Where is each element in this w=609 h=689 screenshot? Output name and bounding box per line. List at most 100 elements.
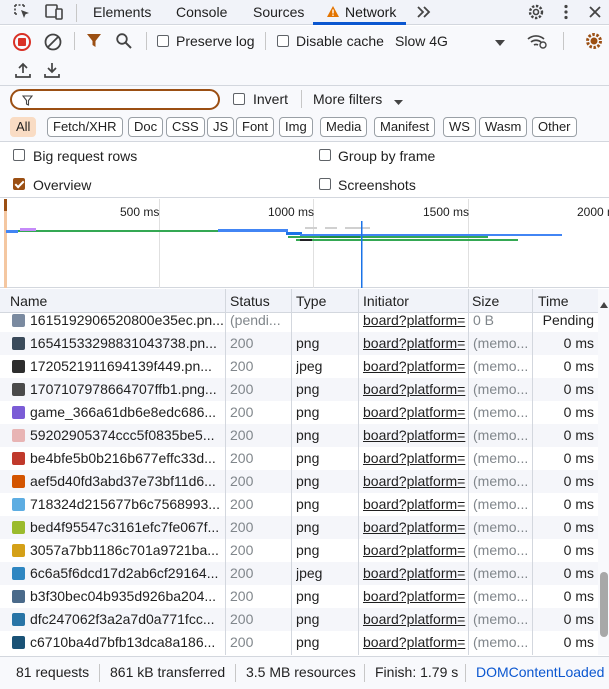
disable-cache-checkbox[interactable] [277,35,289,47]
table-row[interactable]: dfc247062f3a2a7d0a771fcc... 200 png board?p… [0,608,598,631]
network-settings-icon[interactable] [584,31,604,54]
type-filter-manifest[interactable]: Manifest [374,117,436,137]
request-initiator-link[interactable]: board?platform= [363,539,467,562]
request-initiator-link[interactable]: board?platform= [363,378,467,401]
request-size: (memo... [473,427,529,443]
request-size: (memo... [473,473,529,489]
chevron-down-icon[interactable] [494,36,506,51]
request-initiator-link[interactable]: board?platform= [363,631,467,654]
type-filter-doc[interactable]: Doc [128,117,164,137]
type-filter-css[interactable]: CSS [166,117,205,137]
request-initiator-link[interactable]: board?platform= [363,493,467,516]
table-row[interactable]: bed4f95547c3161efc7fe067f... 200 png board?… [0,516,598,539]
column-header-size[interactable]: Size [467,289,499,313]
import-har-icon[interactable] [14,61,32,82]
request-status: 200 [230,565,254,581]
request-initiator-link[interactable]: board?platform= [363,332,467,355]
column-header-initiator[interactable]: Initiator [358,289,409,313]
network-conditions-icon[interactable] [526,31,548,54]
settings-gear-icon[interactable] [526,3,546,21]
tab-sources[interactable]: Sources [253,4,304,20]
column-header-time[interactable]: Time [533,289,569,313]
image-icon [12,406,25,419]
table-row[interactable]: 1615192906520800e35ec.pn... (pendi... boar… [0,313,598,332]
type-filter-fetch-xhr[interactable]: Fetch/XHR [47,117,123,137]
column-divider[interactable] [358,289,359,655]
finish-time: Finish: 1.79 s [375,664,459,680]
table-row[interactable]: 1707107978664707ffb1.png... 200 png board?p… [0,378,598,401]
tab-elements[interactable]: Elements [93,4,151,20]
table-row[interactable]: 3057a7bb1186c701a9721ba... 200 png board?pl… [0,539,598,562]
kebab-menu-icon[interactable] [556,3,576,21]
stop-recording-icon[interactable] [12,32,32,55]
request-name: 6c6a5f6dcd17d2ab6cf29164... [30,565,219,581]
request-initiator-link[interactable]: board?platform= [363,470,467,493]
more-filters-dropdown[interactable]: More filters [313,91,382,107]
column-divider[interactable] [532,289,533,655]
column-divider[interactable] [468,289,469,655]
table-row[interactable]: aef5d40fd3abd37e73bf11d6... 200 png board?p… [0,470,598,493]
request-initiator-link[interactable]: board?platform= [363,585,467,608]
column-divider[interactable] [291,289,292,655]
request-initiator-link[interactable]: board?platform= [363,516,467,539]
table-row[interactable]: b3f30bec04b935d926ba204... 200 png board?pl… [0,585,598,608]
table-row[interactable]: 1654153329883104373​8.pn... 200 png board?p… [0,332,598,355]
table-row[interactable]: 59202905374ccc5f0835be5... 200 png board?pl… [0,424,598,447]
more-tabs-icon[interactable] [414,3,434,21]
type-filter-ws[interactable]: WS [443,117,476,137]
inspect-element-icon[interactable] [12,3,32,21]
request-list: 1615192906520800e35ec.pn... (pendi... boar… [0,313,598,655]
filter-input[interactable] [10,89,220,110]
request-initiator-link[interactable]: board?platform= [363,608,467,631]
table-row[interactable]: 6c6a5f6dcd17d2ab6cf29164... 200 jpeg board?… [0,562,598,585]
overview-checkbox[interactable] [13,178,25,190]
table-row[interactable]: game_366a61db6e8edc686... 200 png board?pla… [0,401,598,424]
chevron-down-icon[interactable] [393,95,404,110]
table-row[interactable]: be4bfe5b0b216b677effc33d... 200 png board?p… [0,447,598,470]
search-icon[interactable] [115,32,133,53]
request-type: png [296,450,320,466]
close-devtools-icon[interactable] [585,3,605,21]
scroll-up-arrow-icon[interactable] [600,296,608,311]
requests-count: 81 requests [16,664,90,680]
network-overview-timeline[interactable]: 500 ms 1000 ms 1500 ms 2000 ms [0,199,609,288]
request-status: 200 [230,473,254,489]
column-header-type[interactable]: Type [291,289,326,313]
tab-console[interactable]: Console [176,4,227,20]
tab-network[interactable]: Network [345,4,396,20]
table-row[interactable]: 718324d215677b6c7568993... 200 png board?pl… [0,493,598,516]
invert-checkbox[interactable] [233,93,245,105]
column-header-name[interactable]: Name [5,289,47,313]
type-filter-wasm[interactable]: Wasm [479,117,528,137]
type-filter-js[interactable]: JS [207,117,235,137]
request-initiator-link[interactable]: board?platform= [363,401,467,424]
type-filter-img[interactable]: Img [279,117,313,137]
table-row[interactable]: 1720521911694139f449.pn... 200 jpeg board?p… [0,355,598,378]
type-filter-all[interactable]: All [10,117,37,137]
column-divider[interactable] [225,289,226,655]
big-request-rows-checkbox[interactable] [13,149,25,161]
request-initiator-link[interactable]: board?platform= [363,424,467,447]
type-filter-font[interactable]: Font [236,117,275,137]
clear-icon[interactable] [43,32,63,55]
type-filter-media[interactable]: Media [320,117,368,137]
scrollbar-thumb[interactable] [600,572,608,637]
column-header-status[interactable]: Status [225,289,270,313]
throttling-select[interactable]: Slow 4G [395,33,448,49]
filter-funnel-icon[interactable] [85,32,103,53]
device-toolbar-icon[interactable] [44,3,64,21]
image-icon [12,383,25,396]
group-by-frame-checkbox[interactable] [319,149,331,161]
request-initiator-link[interactable]: board?platform= [363,355,467,378]
type-filter-other[interactable]: Other [532,117,577,137]
overview-waterfall-bars [6,221,562,288]
screenshots-checkbox[interactable] [319,178,331,190]
table-row[interactable]: c6710ba4d7bfb13dca8a186... 200 png board?pl… [0,631,598,654]
request-size: (memo... [473,381,529,397]
image-icon [12,452,25,465]
request-initiator-link[interactable]: board?platform= [363,562,467,585]
preserve-log-checkbox[interactable] [157,35,169,47]
export-har-icon[interactable] [43,61,61,82]
request-initiator-link[interactable]: board?platform= [363,447,467,470]
request-initiator-link[interactable]: board?platform= [363,313,467,332]
